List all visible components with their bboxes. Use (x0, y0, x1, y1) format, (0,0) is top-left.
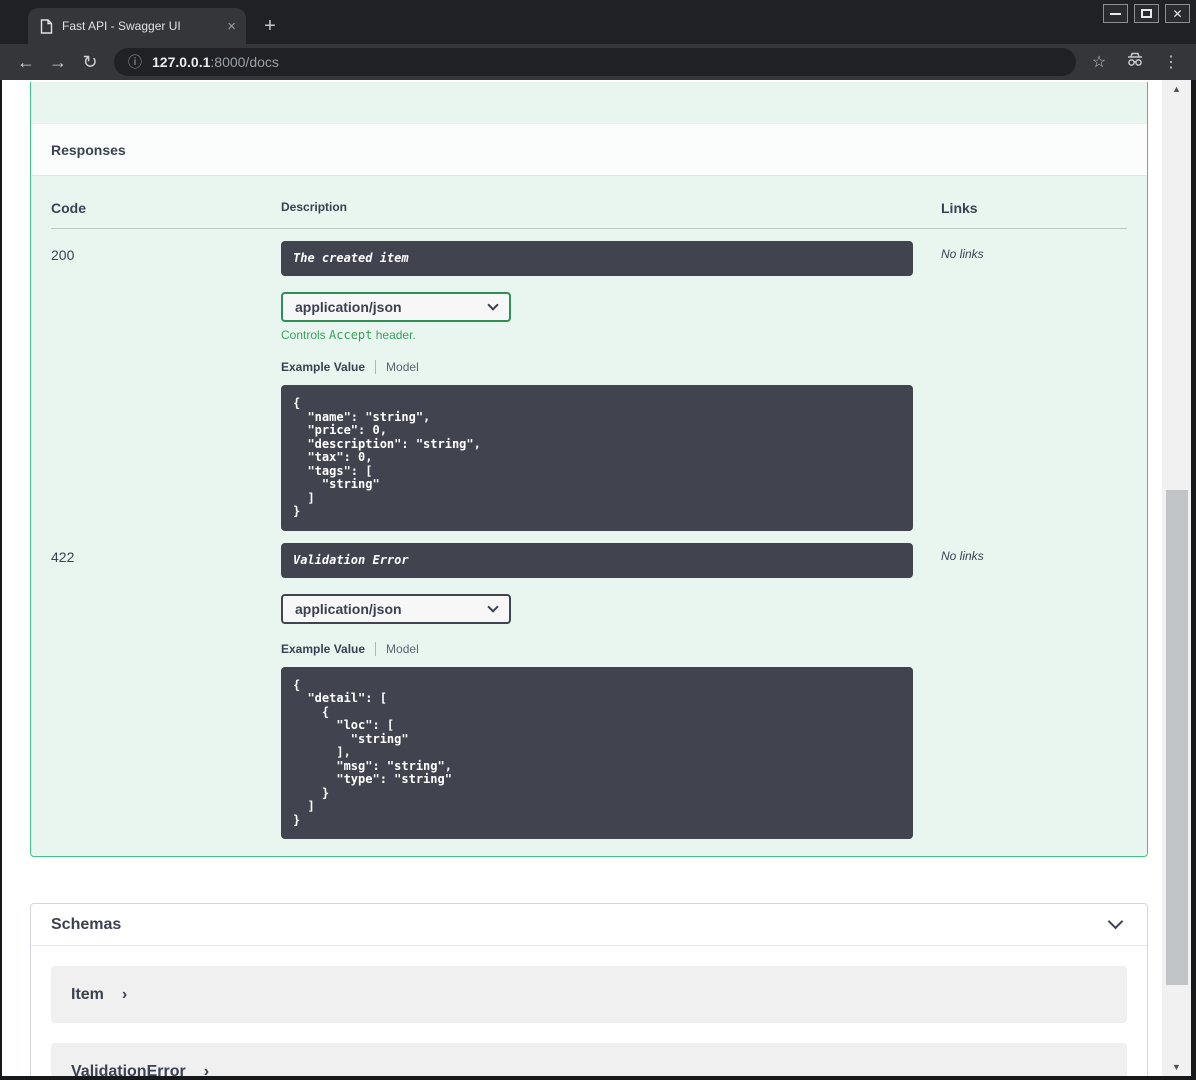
chevron-down-icon (487, 600, 499, 613)
url-text: 127.0.0.1:8000/docs (152, 54, 279, 70)
response-links: No links (941, 247, 984, 261)
tab-example-value[interactable]: Example Value (281, 360, 365, 374)
scroll-up-icon[interactable]: ▲ (1162, 82, 1191, 96)
column-header-code: Code (51, 200, 86, 216)
swagger-page: Responses Code Description Links 200 The… (2, 80, 1162, 1076)
schema-item-card[interactable]: Item › (51, 966, 1127, 1023)
scroll-down-icon[interactable]: ▼ (1162, 1060, 1191, 1074)
page-favicon-icon (40, 18, 53, 34)
accept-header-note: Controls Accept header. (281, 328, 416, 342)
tab-divider (375, 360, 377, 374)
close-button[interactable]: ✕ (1165, 4, 1190, 23)
media-type-select[interactable]: application/json (281, 593, 511, 624)
media-type-select[interactable]: application/json (281, 292, 511, 322)
response-code: 422 (51, 548, 75, 565)
media-type-value: application/json (295, 299, 402, 315)
tab-strip: ✕ Fast API - Swagger UI × + (0, 0, 1196, 44)
tab-model[interactable]: Model (386, 642, 419, 656)
opblock-responses-section: Responses Code Description Links 200 The… (30, 82, 1148, 857)
example-json-code: { "name": "string", "price": 0, "descrip… (293, 396, 481, 518)
tab-example-value[interactable]: Example Value (281, 642, 365, 656)
example-model-tabs: Example Value Model (281, 641, 941, 656)
response-code: 200 (51, 247, 75, 263)
forward-icon[interactable]: → (42, 52, 74, 73)
maximize-icon (1141, 9, 1152, 18)
opblock-spacer (31, 82, 1147, 123)
schema-validationerror-card[interactable]: ValidationError › (51, 1043, 1127, 1076)
schemas-section: Schemas Item › ValidationError › (30, 903, 1148, 1076)
response-row-422: 422 Validation Error application/json Ex… (51, 531, 1127, 839)
minimize-icon (1110, 12, 1121, 15)
close-icon: ✕ (1172, 6, 1183, 21)
browser-window: ✕ Fast API - Swagger UI × + ← → ↻ ⓘ 127.… (0, 0, 1196, 1080)
column-header-description: Description (281, 200, 348, 214)
media-type-value: application/json (295, 600, 402, 617)
new-tab-button[interactable]: + (256, 12, 284, 40)
response-links: No links (941, 548, 984, 563)
maximize-button[interactable] (1134, 4, 1159, 23)
address-bar[interactable]: ⓘ 127.0.0.1:8000/docs (114, 48, 1076, 76)
browser-toolbar: ← → ↻ ⓘ 127.0.0.1:8000/docs ☆ ⋮ (0, 44, 1196, 80)
tab-model[interactable]: Model (386, 360, 419, 374)
schemas-header[interactable]: Schemas (31, 904, 1147, 946)
example-model-tabs: Example Value Model (281, 360, 941, 374)
reload-icon[interactable]: ↻ (74, 52, 106, 73)
response-description-cell: The created item application/json Contro… (281, 241, 941, 531)
schemas-title: Schemas (51, 915, 122, 933)
tab-title: Fast API - Swagger UI (62, 19, 181, 33)
url-path: :8000/docs (210, 54, 279, 70)
chevron-right-icon: › (121, 985, 128, 1003)
bookmark-star-icon[interactable]: ☆ (1084, 52, 1114, 72)
response-description: The created item (281, 241, 913, 276)
responses-header: Responses (31, 123, 1147, 176)
toolbar-right-icons: ☆ ⋮ (1084, 52, 1186, 72)
tab-divider (375, 641, 377, 656)
chevron-down-icon[interactable] (1107, 913, 1124, 930)
responses-title: Responses (51, 141, 126, 158)
tab-close-icon[interactable]: × (227, 19, 236, 34)
schemas-body: Item › ValidationError › (31, 946, 1147, 1076)
incognito-icon[interactable] (1120, 52, 1150, 72)
responses-table-header: Code Description Links (51, 176, 1127, 229)
response-row-200: 200 The created item application/json Co… (51, 229, 1127, 531)
responses-table: Code Description Links 200 The created i… (31, 176, 1147, 839)
example-json-code: { "detail": [ { "loc": [ "string" ], "ms… (293, 677, 452, 827)
chevron-down-icon (487, 299, 499, 311)
browser-tab[interactable]: Fast API - Swagger UI × (28, 8, 246, 44)
menu-kebab-icon[interactable]: ⋮ (1156, 52, 1186, 72)
minimize-button[interactable] (1103, 4, 1128, 23)
example-json-block: { "detail": [ { "loc": [ "string" ], "ms… (281, 666, 913, 839)
schema-name: ValidationError (71, 1062, 186, 1077)
column-header-links: Links (941, 200, 978, 216)
back-icon[interactable]: ← (10, 52, 42, 73)
chevron-right-icon: › (203, 1062, 210, 1077)
schema-name: Item (71, 985, 104, 1003)
url-host: 127.0.0.1 (152, 54, 211, 70)
scrollbar-thumb[interactable] (1166, 490, 1188, 985)
window-controls: ✕ (1103, 4, 1190, 23)
response-description: Validation Error (281, 542, 913, 578)
example-json-block: { "name": "string", "price": 0, "descrip… (281, 385, 913, 531)
site-info-icon[interactable]: ⓘ (128, 52, 142, 72)
browser-viewport: Responses Code Description Links 200 The… (0, 80, 1196, 1080)
page-scrollbar[interactable]: ▲ ▼ (1162, 80, 1191, 1076)
response-description-cell: Validation Error application/json Exampl… (281, 542, 941, 839)
